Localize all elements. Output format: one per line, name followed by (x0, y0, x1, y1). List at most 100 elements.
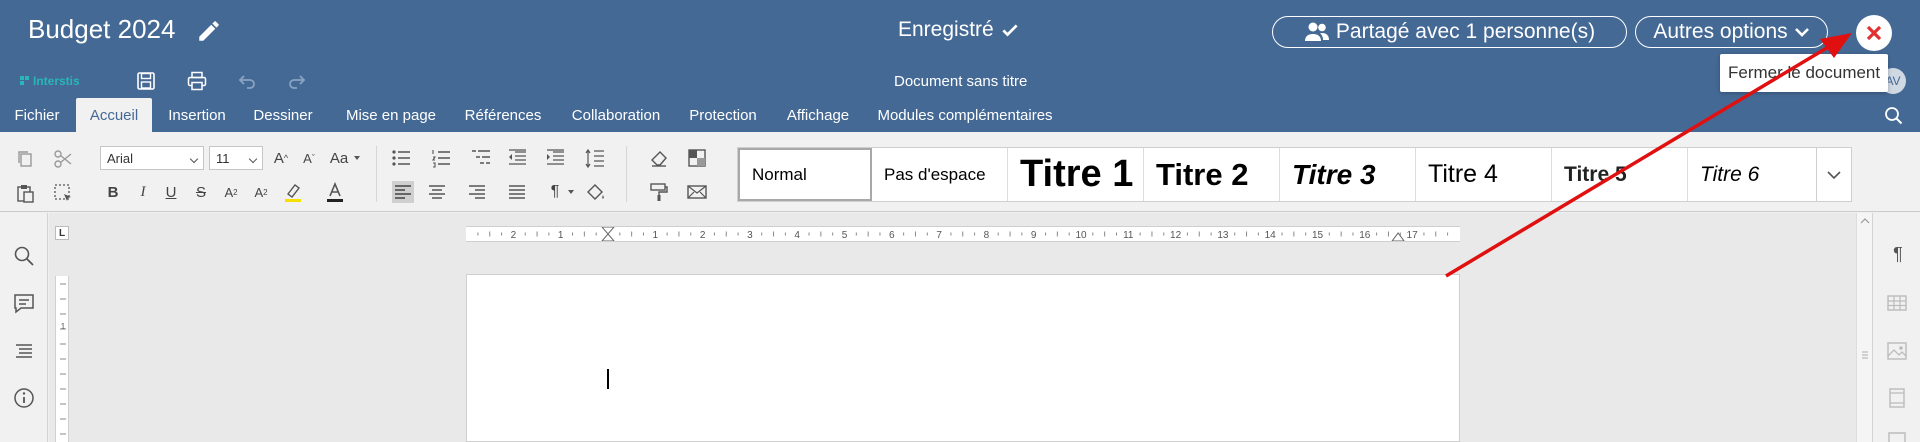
close-tooltip: Fermer le document (1720, 54, 1889, 92)
style-pas-d-espace[interactable]: Pas d'espace (872, 148, 1008, 201)
tab-insertion[interactable]: Insertion (160, 98, 234, 132)
bold-icon[interactable]: B (102, 181, 124, 203)
top-app-bar: Budget 2024 Enregistré Partagé avec 1 pe… (0, 0, 1920, 64)
increase-indent-icon[interactable] (544, 147, 566, 169)
align-justify-icon[interactable] (506, 181, 528, 203)
tab-modules-complementaires[interactable]: Modules complémentaires (872, 98, 1058, 132)
brand-name: Interstis (33, 74, 80, 88)
subscript-icon[interactable]: A2 (250, 181, 272, 203)
shape-settings-icon[interactable] (1885, 429, 1909, 442)
bullet-list-icon[interactable] (390, 147, 412, 169)
tab-affichage[interactable]: Affichage (778, 98, 858, 132)
style-titre-6[interactable]: Titre 6 (1688, 148, 1816, 201)
redo-icon[interactable] (286, 70, 308, 92)
tab-accueil[interactable]: Accueil (76, 98, 152, 132)
numbered-list-icon[interactable] (430, 147, 452, 169)
style-normal[interactable]: Normal (738, 148, 872, 201)
select-all-icon[interactable] (52, 182, 74, 204)
ruler-number: 9 (1031, 230, 1037, 241)
vertical-ruler[interactable]: 1 (55, 276, 69, 442)
align-left-icon[interactable] (392, 181, 414, 203)
italic-icon[interactable]: I (132, 181, 154, 203)
paste-icon[interactable] (14, 182, 36, 204)
style-titre-5[interactable]: Titre 5 (1552, 148, 1688, 201)
copy-style-icon[interactable] (648, 181, 670, 203)
share-label: Partagé avec 1 personne(s) (1335, 20, 1596, 43)
vertical-scrollbar[interactable] (1856, 213, 1872, 442)
align-right-icon[interactable] (466, 181, 488, 203)
header-footer-settings-icon[interactable] (1885, 386, 1909, 410)
info-icon[interactable] (12, 386, 36, 410)
scroll-up-arrow-icon[interactable] (1857, 213, 1873, 229)
line-spacing-icon[interactable] (584, 147, 606, 169)
right-sidebar: ¶ (1872, 213, 1920, 442)
navigation-icon[interactable] (12, 339, 36, 363)
chevron-down-icon (1827, 170, 1841, 179)
ruler-number: 8 (984, 230, 990, 241)
styles-gallery: Normal Pas d'espace Titre 1 Titre 2 Titr… (737, 147, 1852, 202)
ruler-number: 11 (1123, 230, 1134, 241)
font-size-combo[interactable]: 11 (209, 146, 263, 170)
multilevel-list-icon[interactable] (470, 147, 492, 169)
ruler-number: 1 (558, 230, 564, 241)
tab-collaboration[interactable]: Collaboration (564, 98, 668, 132)
underline-icon[interactable]: U (160, 181, 182, 203)
style-titre-2[interactable]: Titre 2 (1144, 148, 1280, 201)
share-button[interactable]: Partagé avec 1 personne(s) (1272, 16, 1627, 48)
cut-icon[interactable] (52, 148, 74, 170)
pencil-icon[interactable] (196, 18, 222, 44)
more-options-button[interactable]: Autres options (1635, 16, 1828, 48)
style-titre-1[interactable]: Titre 1 (1008, 148, 1144, 201)
ruler-number: 12 (1170, 230, 1182, 241)
undo-icon[interactable] (236, 70, 258, 92)
search-icon[interactable] (12, 244, 36, 268)
font-name-combo[interactable]: Arial (100, 146, 204, 170)
tab-dessiner[interactable]: Dessiner (246, 98, 320, 132)
ruler-number: 10 (1075, 230, 1087, 241)
right-indent-marker[interactable] (1391, 232, 1406, 242)
superscript-icon[interactable]: A2 (220, 181, 242, 203)
comments-icon[interactable] (12, 291, 36, 315)
style-titre-4[interactable]: Titre 4 (1416, 148, 1552, 201)
save-icon[interactable] (135, 70, 157, 92)
ruler-number: 1 (653, 230, 659, 241)
strikethrough-icon[interactable]: S (190, 181, 212, 203)
close-icon (1866, 25, 1882, 41)
ruler-number: 2 (511, 230, 517, 241)
document-title[interactable]: Budget 2024 (28, 14, 175, 45)
increase-font-icon[interactable]: A ^ (270, 147, 292, 169)
paragraph-marks-icon[interactable]: ¶ (544, 181, 574, 203)
close-document-button[interactable] (1856, 15, 1892, 51)
print-icon[interactable] (186, 70, 208, 92)
font-name-value: Arial (107, 150, 134, 166)
highlight-color-icon[interactable] (282, 181, 304, 203)
style-titre-3[interactable]: Titre 3 (1280, 148, 1416, 201)
copy-icon[interactable] (14, 148, 36, 170)
paragraph-settings-icon[interactable]: ¶ (1887, 243, 1909, 265)
styles-expand-button[interactable] (1816, 147, 1852, 202)
tab-references[interactable]: Références (458, 98, 548, 132)
brand-mark-icon (20, 76, 29, 85)
change-case-icon[interactable]: Aa (326, 147, 360, 169)
align-center-icon[interactable] (426, 181, 448, 203)
brand-logo: Interstis (20, 74, 80, 88)
decrease-font-icon[interactable]: Aˇ (298, 147, 320, 169)
tab-protection[interactable]: Protection (682, 98, 764, 132)
tab-stop-selector[interactable]: L (55, 226, 69, 240)
decrease-indent-icon[interactable] (506, 147, 528, 169)
tab-fichier[interactable]: Fichier (4, 98, 70, 132)
fill-color-icon[interactable] (584, 181, 606, 203)
image-settings-icon[interactable] (1885, 339, 1909, 363)
search-icon[interactable] (1884, 106, 1904, 126)
scroll-grip-icon[interactable] (1857, 349, 1873, 361)
font-color-icon[interactable] (324, 181, 346, 203)
table-settings-icon[interactable] (1885, 291, 1909, 315)
left-indent-marker[interactable] (600, 226, 616, 242)
horizontal-ruler[interactable]: 2 1 1 2 3 4 5 6 7 8 9 10 11 12 13 14 15 16 17 (466, 226, 1460, 242)
tab-mise-en-page[interactable]: Mise en page (336, 98, 446, 132)
shading-icon[interactable] (686, 147, 708, 169)
mail-merge-icon[interactable] (686, 181, 708, 203)
ribbon-tabs: Fichier Accueil Insertion Dessiner Mise … (0, 98, 1920, 132)
clear-format-icon[interactable] (648, 147, 670, 169)
document-page[interactable] (466, 274, 1460, 442)
